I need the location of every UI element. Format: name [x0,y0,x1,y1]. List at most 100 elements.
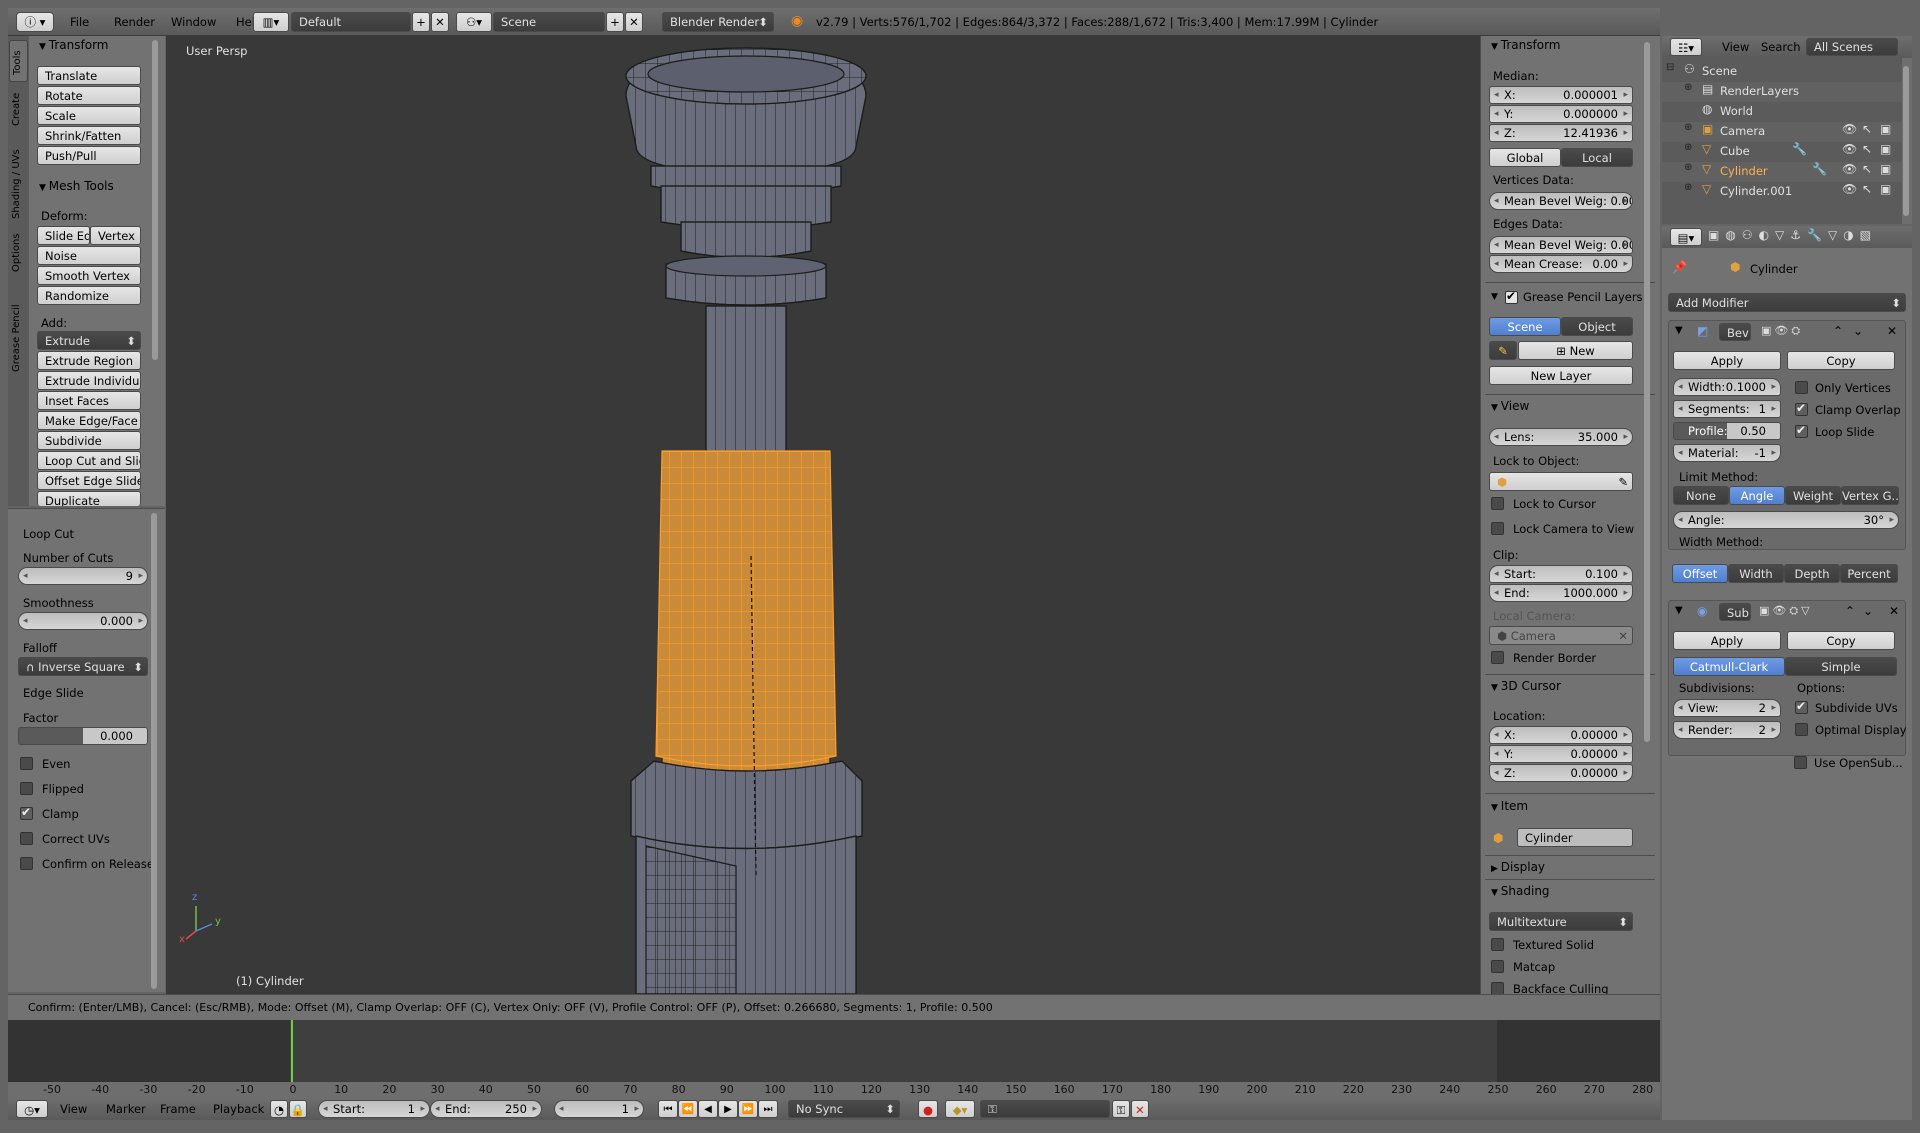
timeline[interactable]: -50 -40 -30 -20 -10 0 10 20 30 40 50 60 70 80 90 100 110… [8,1020,1660,1120]
outliner-row-cylinder-001[interactable]: ⊕ ▽ Cylinder.001 👁 ↖ ▣ [1662,182,1902,202]
collapse-arrow-icon[interactable]: ▼ [1675,325,1683,336]
pin-icon[interactable]: 📌 [1672,260,1687,274]
bevel-profile-slider[interactable]: Profile: 0.50 [1673,422,1781,440]
outliner-scrollbar[interactable] [1903,66,1909,216]
render-border-checkbox[interactable] [1491,651,1504,664]
mean-crease-field[interactable]: ◂ Mean Crease: 0.00 ▸ [1489,255,1633,273]
display-header[interactable]: Display [1491,860,1545,874]
jump-end-button[interactable]: ⏭ [758,1100,778,1118]
bevel-apply-button[interactable]: Apply [1673,351,1781,370]
jump-start-button[interactable]: ⏮ [658,1100,678,1118]
gp-new-button[interactable]: ⊞ New [1518,341,1633,360]
extrude-select[interactable]: Extrude ⬍ [37,331,141,350]
number-of-cuts-field[interactable]: ◂ 9 ▸ [18,567,148,585]
timeline-menu-frame[interactable]: Frame [160,1102,196,1116]
outliner-row-renderlayers[interactable]: ⊕ ▤ RenderLayers [1662,82,1902,102]
npanel-view-header[interactable]: View [1491,399,1529,413]
tab-grease-pencil[interactable]: Grease Pencil [9,286,28,376]
tab-create[interactable]: Create [9,84,28,132]
bevel-visibility-toggles[interactable]: ▣👁⛭ [1761,324,1803,338]
rotate-button[interactable]: Rotate [37,86,141,105]
start-frame-field[interactable]: ◂ Start: 1 ▸ [318,1100,430,1118]
tool-shelf-scrollbar[interactable] [152,40,158,360]
bevel-copy-button[interactable]: Copy [1787,351,1895,370]
subdivide-uvs-checkbox[interactable] [1795,699,1808,714]
remove-modifier-icon[interactable]: ✕ [1887,324,1897,338]
edge-bevel-weight-field[interactable]: ◂ Mean Bevel Weig: 0.00 ▸ [1489,236,1633,254]
jump-keyframe-back-button[interactable]: ⏪ [678,1100,698,1118]
visibility-eye-icon[interactable]: 👁 [1842,142,1857,156]
extrude-individual-button[interactable]: Extrude Individual [37,371,141,390]
remove-layout-button[interactable]: ✕ [431,12,449,32]
scene-name-field[interactable]: Scene [493,12,605,32]
global-toggle[interactable]: Global [1489,148,1561,167]
subdivide-button[interactable]: Subdivide [37,431,141,450]
item-name-field[interactable]: Cylinder [1517,828,1633,847]
grease-pencil-header[interactable] [1491,288,1498,302]
eyedropper-icon[interactable]: ✎ [1618,473,1628,490]
render-icon[interactable]: ▣ [1880,142,1891,156]
keying-set-field[interactable]: ⚿ [980,1100,1110,1118]
end-frame-field[interactable]: ◂ End: 250 ▸ [430,1100,542,1118]
outliner-menu-view[interactable]: View [1722,40,1749,54]
make-edge-face-button[interactable]: Make Edge/Face [37,411,141,430]
jump-keyframe-forward-button[interactable]: ⏩ [738,1100,758,1118]
3d-viewport[interactable]: User Persp z y x (1) Cylinder [166,36,1480,994]
grease-pencil-checkbox[interactable] [1505,289,1518,304]
layout-name-field[interactable]: Default [291,12,411,32]
smooth-vertex-button[interactable]: Smooth Vertex [37,266,141,285]
translate-button[interactable]: Translate [37,66,141,85]
insert-keyframe-button[interactable]: ⚿ [1112,1100,1130,1118]
move-up-icon[interactable]: ⌃ [1833,324,1843,338]
subsurf-view-field[interactable]: ◂ View: 2 ▸ [1673,699,1781,717]
sync-mode-select[interactable]: No Sync ⬍ [788,1100,900,1118]
subsurf-name-field[interactable]: Sub [1719,603,1751,621]
loop-cut-slide-button[interactable]: Loop Cut and Slide [37,451,141,470]
clamp-checkbox[interactable] [20,805,33,820]
inset-faces-button[interactable]: Inset Faces [37,391,141,410]
outliner-editor-type-button[interactable]: ☷▾ [1670,38,1702,56]
timeline-menu-marker[interactable]: Marker [106,1102,146,1116]
operator-scrollbar[interactable] [151,513,157,989]
render-icon[interactable]: ▣ [1880,162,1891,176]
visibility-eye-icon[interactable]: 👁 [1842,162,1857,176]
scene-icon-button[interactable]: ⚇▾ [456,12,492,32]
mesh-model[interactable] [166,36,1480,994]
render-engine-select[interactable]: Blender Render ⬍ [662,12,774,32]
render-icon[interactable]: ▣ [1880,122,1891,136]
median-z-field[interactable]: ◂ Z: 12.41936 ▸ [1489,124,1633,142]
lock-camera-checkbox[interactable] [1491,522,1504,535]
play-button[interactable]: ▶ [718,1100,738,1118]
tab-options[interactable]: Options [9,224,28,276]
add-layout-button[interactable]: + [412,12,430,32]
limit-angle-toggle[interactable]: Angle [1729,486,1785,505]
select-arrow-icon[interactable]: ↖ [1862,162,1872,176]
bevel-angle-field[interactable]: ◂ Angle: 30° ▸ [1673,511,1899,529]
move-up-icon[interactable]: ⌃ [1845,604,1855,618]
clip-end-field[interactable]: ◂ End: 1000.000 ▸ [1489,584,1633,602]
current-frame-field[interactable]: ◂ 1 ▸ [554,1100,644,1118]
menu-window[interactable]: Window [171,15,216,29]
item-header[interactable]: Item [1491,799,1528,813]
flipped-checkbox[interactable] [20,782,33,795]
npanel-transform-header[interactable]: Transform [1491,38,1561,52]
play-reverse-button[interactable]: ◀ [698,1100,718,1118]
select-arrow-icon[interactable]: ↖ [1862,182,1872,196]
scale-button[interactable]: Scale [37,106,141,125]
offset-edge-slide-button[interactable]: Offset Edge Slide [37,471,141,490]
vertex-bevel-weight-field[interactable]: ◂ Mean Bevel Weig: 0.00 ▸ [1489,192,1633,210]
factor-slider[interactable]: 0.000 [18,727,148,745]
width-width-toggle[interactable]: Width [1728,564,1784,583]
menu-file[interactable]: File [70,15,89,29]
push-pull-button[interactable]: Push/Pull [37,146,141,165]
simple-toggle[interactable]: Simple [1785,657,1897,676]
extrude-region-button[interactable]: Extrude Region [37,351,141,370]
outliner-display-mode-select[interactable]: All Scenes [1806,38,1898,56]
record-button[interactable]: ● [918,1100,938,1118]
width-depth-toggle[interactable]: Depth [1784,564,1840,583]
gp-scene-toggle[interactable]: Scene [1489,317,1561,336]
gp-pencil-icon-button[interactable]: ✎ [1489,341,1517,360]
outliner-row-scene[interactable]: ⊟ ⚇ Scene [1662,62,1902,82]
transform-panel-header[interactable]: Transform [39,38,109,52]
local-toggle[interactable]: Local [1561,148,1633,167]
